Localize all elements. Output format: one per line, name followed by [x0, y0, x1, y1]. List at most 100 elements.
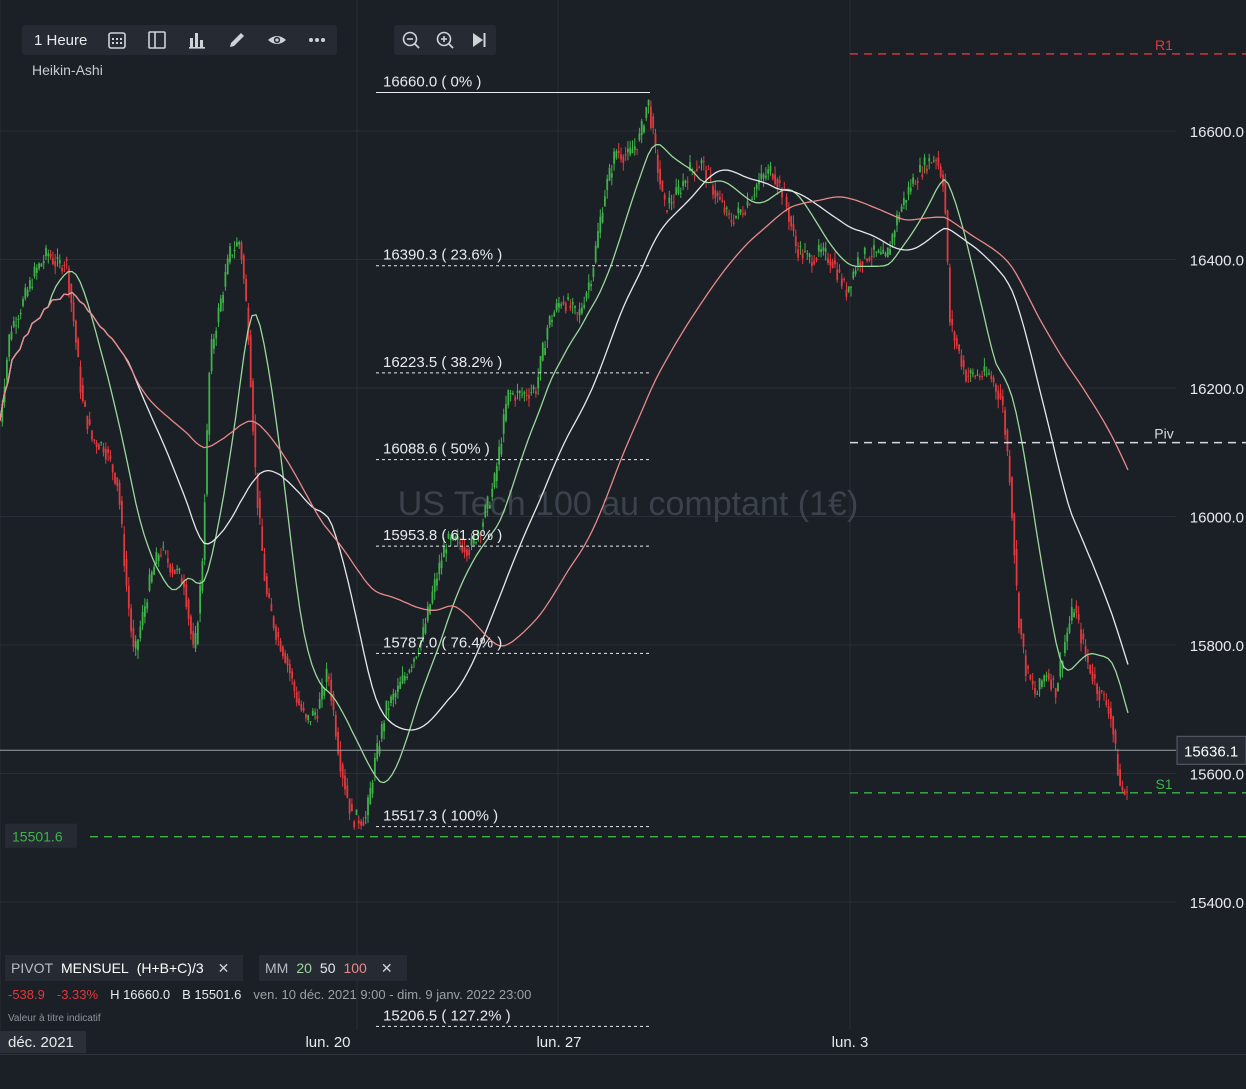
remove-pivot-icon[interactable]: ✕ — [218, 960, 230, 977]
candle-body — [728, 213, 730, 215]
candle-body — [617, 151, 620, 154]
pivot-legend[interactable]: PIVOT MENSUEL (H+B+C)/3 ✕ — [5, 955, 244, 981]
candle-body — [84, 401, 86, 407]
low-value: B 15501.6 — [182, 987, 242, 1002]
candle-body — [608, 167, 611, 181]
x-tick-label-1: lun. 20 — [305, 1034, 350, 1051]
candle-body — [390, 696, 392, 704]
candle-body — [544, 347, 546, 356]
candle-body — [737, 207, 740, 214]
candle-body — [482, 522, 484, 527]
candle-body — [597, 231, 599, 248]
candle-body — [620, 154, 622, 160]
candle-body — [514, 397, 517, 401]
candle-body — [684, 180, 687, 184]
zoom-toolbar — [394, 25, 496, 55]
candle-body — [226, 258, 229, 275]
candle-body — [633, 146, 636, 150]
candle-body — [392, 693, 395, 700]
candle-body — [199, 585, 201, 614]
candle-body — [406, 676, 408, 678]
candle-body — [813, 260, 816, 265]
candle-body — [594, 245, 597, 263]
split-layout-icon[interactable] — [137, 25, 177, 55]
candle-body — [774, 174, 776, 185]
candle-body — [873, 245, 875, 250]
candle-body — [341, 764, 344, 779]
calendar-grid-icon[interactable] — [97, 25, 137, 55]
candle-body — [861, 261, 864, 265]
candle-body — [130, 608, 132, 632]
candle-body — [535, 391, 537, 394]
candle-body — [767, 169, 770, 174]
candle-body — [155, 551, 158, 565]
price-chart[interactable]: US Tech 100 au comptant (1€) 16660.0 ( 0%… — [0, 0, 1246, 1088]
candle-body — [891, 234, 894, 244]
remove-ma-icon[interactable]: ✕ — [381, 960, 393, 977]
candle-body — [52, 258, 54, 265]
y-tick-label-0: 16600.0 — [1190, 124, 1244, 141]
jump-to-end-icon[interactable] — [462, 25, 496, 55]
ma-legend[interactable]: MM 20 50 100 ✕ — [259, 955, 407, 981]
candle-body — [410, 666, 413, 668]
zoom-out-icon[interactable] — [394, 25, 428, 55]
candle-body — [1123, 790, 1126, 795]
candle-body — [569, 305, 572, 309]
chart-toolbar: 1 Heure — [22, 25, 338, 55]
candle-body — [817, 244, 820, 252]
candle-body — [1018, 592, 1020, 628]
candle-body — [77, 339, 80, 358]
ma-20-line — [0, 143, 1129, 784]
bar-chart-icon[interactable] — [177, 25, 217, 55]
candle-body — [272, 616, 275, 628]
candle-body — [1047, 673, 1050, 680]
candle-body — [525, 394, 528, 397]
current-price-label: 15636.1 — [1184, 743, 1238, 760]
candle-body — [951, 319, 954, 326]
navigator-strip[interactable] — [0, 1054, 1246, 1089]
candle-body — [153, 567, 155, 575]
candle-body — [369, 787, 372, 805]
candle-body — [546, 327, 549, 340]
candle-body — [916, 181, 919, 184]
candle-body — [1093, 674, 1096, 679]
fib-label-0: 16660.0 ( 0% ) — [383, 73, 481, 90]
candle-body — [6, 359, 8, 380]
candle-body — [794, 236, 797, 247]
fib-label-7: 15206.5 ( 127.2% ) — [383, 1007, 511, 1024]
candle-body — [1043, 675, 1046, 682]
candle-body — [739, 209, 742, 213]
candle-body — [783, 187, 786, 189]
candle-body — [921, 174, 924, 177]
candle-body — [355, 809, 358, 815]
candle-body — [799, 245, 802, 247]
candle-body — [1050, 679, 1052, 690]
eye-icon[interactable] — [257, 25, 297, 55]
candle-body — [190, 616, 192, 635]
candle-body — [489, 505, 491, 509]
candle-body — [242, 255, 245, 279]
candle-body — [663, 194, 666, 200]
pencil-icon[interactable] — [217, 25, 257, 55]
candle-body — [647, 99, 650, 106]
fib-label-1: 16390.3 ( 23.6% ) — [383, 247, 502, 264]
candle-body — [640, 120, 643, 136]
zoom-in-icon[interactable] — [428, 25, 462, 55]
candle-body — [919, 164, 921, 172]
candle-body — [615, 151, 618, 158]
candle-body — [834, 260, 836, 265]
candle-body — [137, 639, 139, 651]
candle-body — [516, 390, 519, 393]
more-icon[interactable] — [297, 25, 337, 55]
candle-body — [696, 168, 698, 171]
candle-body — [339, 749, 342, 772]
candle-body — [91, 430, 93, 440]
candle-body — [231, 254, 234, 256]
candle-body — [45, 247, 47, 257]
pivot-period: MENSUEL — [61, 960, 129, 976]
candle-body — [148, 574, 151, 591]
pivot-label-r1: R1 — [1155, 37, 1173, 53]
candle-body — [502, 414, 505, 434]
timeframe-selector[interactable]: 1 Heure — [22, 25, 97, 55]
candle-body — [1077, 614, 1080, 620]
